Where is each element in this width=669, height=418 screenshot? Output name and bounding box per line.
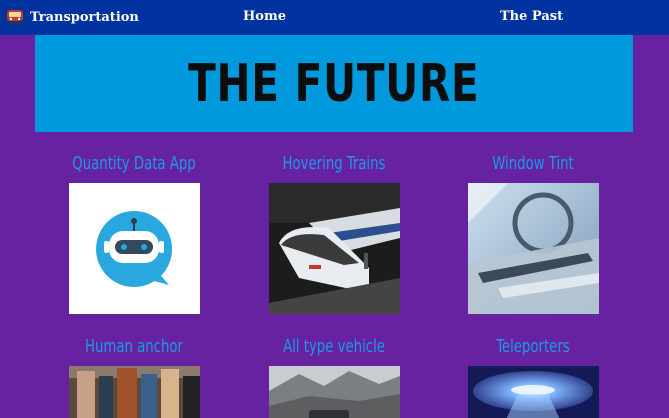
nav-link-home[interactable]: Home [243, 9, 286, 24]
card-teleporters: Teleporters [443, 335, 623, 418]
card-title[interactable]: Teleporters [459, 335, 607, 359]
top-navbar: Transportation Home The Past [0, 0, 669, 35]
chatbot-robot-image[interactable] [69, 183, 200, 314]
brand-link[interactable]: Transportation [6, 9, 139, 25]
hero-banner: THE FUTURE [35, 35, 633, 132]
card-window-tint: Window Tint [443, 152, 623, 314]
bullet-trains-image[interactable] [269, 183, 400, 314]
train-icon [6, 9, 24, 25]
card-all-type-vehicle: All type vehicle [244, 335, 424, 418]
card-title[interactable]: All type vehicle [260, 335, 408, 359]
card-title[interactable]: Human anchor [60, 335, 208, 359]
car-window-image[interactable] [468, 183, 599, 314]
card-title[interactable]: Window Tint [459, 152, 607, 176]
nav-link-the-past[interactable]: The Past [500, 9, 563, 24]
card-quantity-data-app: Quantity Data App [44, 152, 224, 314]
vehicle-mountain-image[interactable] [269, 366, 400, 418]
card-title[interactable]: Quantity Data App [60, 152, 208, 176]
card-hovering-trains: Hovering Trains [244, 152, 424, 314]
page-title: THE FUTURE [188, 53, 480, 114]
brand-label: Transportation [30, 9, 139, 25]
people-crowd-image[interactable] [69, 366, 200, 418]
ufo-beam-image[interactable] [468, 366, 599, 418]
card-title[interactable]: Hovering Trains [260, 152, 408, 176]
card-human-anchor: Human anchor [44, 335, 224, 418]
